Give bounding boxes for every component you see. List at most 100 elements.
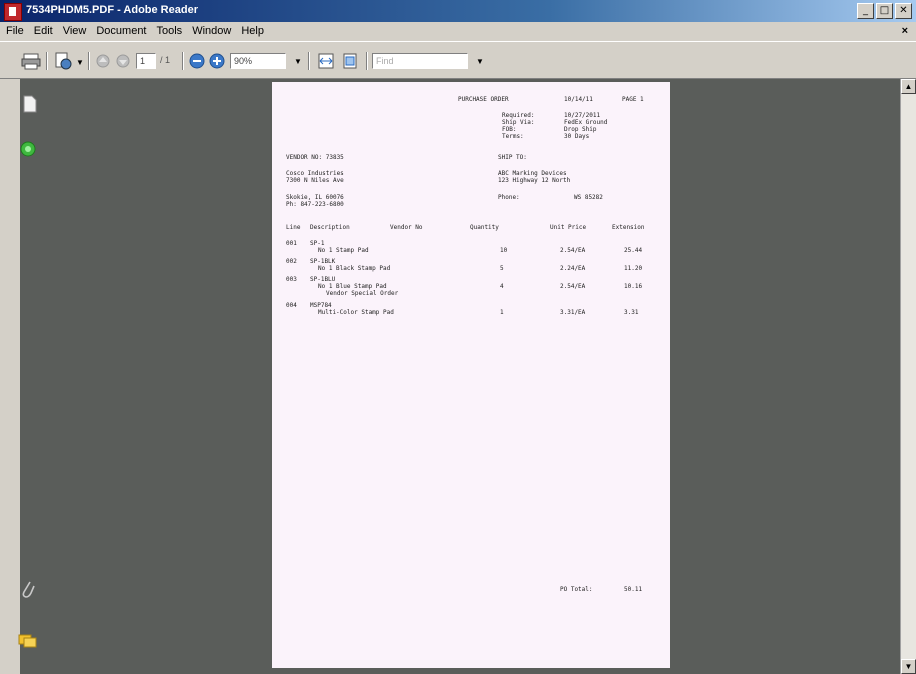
fit-page-icon xyxy=(343,53,357,69)
page-total: / 1 xyxy=(160,55,171,65)
doc-date: 10/14/11 xyxy=(564,96,593,103)
ship-info-value: 10/27/2011 xyxy=(564,112,601,119)
item-description: No 1 Stamp Pad xyxy=(318,247,369,254)
item-description: No 1 Blue Stamp Pad xyxy=(318,283,387,290)
phone-label: Phone: xyxy=(498,194,520,201)
menu-bar: File Edit View Document Tools Window Hel… xyxy=(0,22,916,41)
document-share-icon xyxy=(55,52,72,70)
line-number: 003 xyxy=(286,276,297,283)
item-unit-price: 2.54/EA xyxy=(560,247,586,254)
window-title: 7534PHDM5.PDF - Adobe Reader xyxy=(26,4,198,16)
menu-window[interactable]: Window xyxy=(192,25,231,37)
paperclip-icon xyxy=(22,581,35,598)
adobe-reader-icon xyxy=(4,3,22,21)
col-header-quantity: Quantity xyxy=(470,224,499,231)
comments-panel-button[interactable] xyxy=(18,633,38,652)
ship-info-value: Drop Ship xyxy=(564,126,597,133)
vendor-number: VENDOR NO: 73835 xyxy=(286,154,344,161)
item-code: MSP784 xyxy=(310,302,332,309)
ship-info-label: FOB: xyxy=(502,126,517,133)
fit-page-button[interactable] xyxy=(340,52,360,70)
ship-info-value: FedEx Ground xyxy=(564,119,608,126)
scroll-down-button[interactable]: ▼ xyxy=(901,659,916,674)
col-header-line: Line xyxy=(286,224,301,231)
zoom-out-icon xyxy=(189,53,205,69)
item-unit-price: 2.54/EA xyxy=(560,283,586,290)
ship-info-label: Required: xyxy=(502,112,535,119)
item-quantity: 4 xyxy=(500,283,504,290)
fit-width-icon xyxy=(318,53,334,69)
pages-panel-button[interactable] xyxy=(23,95,37,116)
maximize-button[interactable]: □ xyxy=(876,3,893,19)
print-button[interactable] xyxy=(20,51,42,71)
phone-value: WS 85282 xyxy=(574,194,603,201)
po-total-label: PO Total: xyxy=(560,586,593,593)
line-number: 004 xyxy=(286,302,297,309)
vertical-scrollbar[interactable]: ▲ ▼ xyxy=(900,79,916,674)
printer-icon xyxy=(21,53,41,70)
next-page-button[interactable] xyxy=(114,52,132,70)
find-placeholder: Find xyxy=(376,56,394,66)
zoom-out-button[interactable] xyxy=(188,52,206,70)
toolbar: ▼ 1 / 1 90% ▼ Find ▼ xyxy=(0,41,916,79)
item-code: SP-1BLU xyxy=(310,276,336,283)
ship-to-address: 123 Highway 12 North xyxy=(498,177,571,184)
col-header-vendor-no: Vendor No xyxy=(390,224,423,231)
item-extension: 25.44 xyxy=(624,247,643,254)
minimize-button[interactable]: _ xyxy=(857,3,874,19)
ship-info-value: 30 Days xyxy=(564,133,590,140)
pdf-page: PURCHASE ORDER 10/14/11 PAGE 1 Required:… xyxy=(272,82,670,668)
item-description: Multi-Color Stamp Pad xyxy=(318,309,394,316)
zoom-in-icon xyxy=(209,53,225,69)
doc-title: PURCHASE ORDER xyxy=(458,96,509,103)
zoom-level-select[interactable]: 90% xyxy=(230,53,286,69)
ship-info-label: Terms: xyxy=(502,133,524,140)
menu-help[interactable]: Help xyxy=(241,25,264,37)
signatures-panel-button[interactable] xyxy=(20,141,36,160)
signature-icon xyxy=(20,141,36,157)
ship-info-label: Ship Via: xyxy=(502,119,535,126)
pages-icon xyxy=(23,95,37,113)
collaborate-button[interactable] xyxy=(52,50,74,72)
page-number-input[interactable]: 1 xyxy=(136,53,156,69)
col-header-description: Description xyxy=(310,224,350,231)
find-dropdown-icon[interactable]: ▼ xyxy=(476,57,484,66)
zoom-dropdown-icon[interactable]: ▼ xyxy=(294,57,302,66)
menu-document[interactable]: Document xyxy=(96,25,146,37)
menu-edit[interactable]: Edit xyxy=(34,25,53,37)
zoom-in-button[interactable] xyxy=(208,52,226,70)
menu-view[interactable]: View xyxy=(63,25,87,37)
po-total-value: 50.11 xyxy=(624,586,643,593)
close-button[interactable]: ✕ xyxy=(895,3,912,19)
title-bar: 7534PHDM5.PDF - Adobe Reader _ □ ✕ xyxy=(0,0,916,22)
fit-width-button[interactable] xyxy=(316,52,336,70)
arrow-down-circle-icon xyxy=(116,54,130,68)
doc-page: PAGE 1 xyxy=(622,96,644,103)
item-quantity: 5 xyxy=(500,265,504,272)
attachments-panel-button[interactable] xyxy=(20,579,36,602)
ship-to-label: SHIP TO: xyxy=(498,154,527,161)
line-number: 001 xyxy=(286,240,297,247)
menu-tools[interactable]: Tools xyxy=(157,25,183,37)
previous-page-button[interactable] xyxy=(94,52,112,70)
menu-file[interactable]: File xyxy=(6,25,24,37)
item-unit-price: 2.24/EA xyxy=(560,265,586,272)
ship-to-name: ABC Marking Devices xyxy=(498,170,567,177)
document-close-button[interactable]: × xyxy=(902,25,908,37)
item-description: No 1 Black Stamp Pad xyxy=(318,265,391,272)
navigation-pane xyxy=(18,79,272,674)
find-input[interactable]: Find xyxy=(372,53,468,69)
item-unit-price: 3.31/EA xyxy=(560,309,586,316)
item-extension: 3.31 xyxy=(624,309,639,316)
collaborate-dropdown-icon[interactable]: ▼ xyxy=(76,58,84,67)
vendor-address-line: Skokie, IL 60076 xyxy=(286,194,344,201)
item-quantity: 1 xyxy=(500,309,504,316)
vendor-name: Cosco Industries xyxy=(286,170,344,177)
col-header-extension: Extension xyxy=(612,224,645,231)
item-extension: 10.16 xyxy=(624,283,643,290)
navigation-tab-strip xyxy=(0,79,20,674)
scroll-up-button[interactable]: ▲ xyxy=(901,79,916,94)
item-code: SP-1 xyxy=(310,240,325,247)
item-code: SP-1BLK xyxy=(310,258,336,265)
arrow-up-circle-icon xyxy=(96,54,110,68)
